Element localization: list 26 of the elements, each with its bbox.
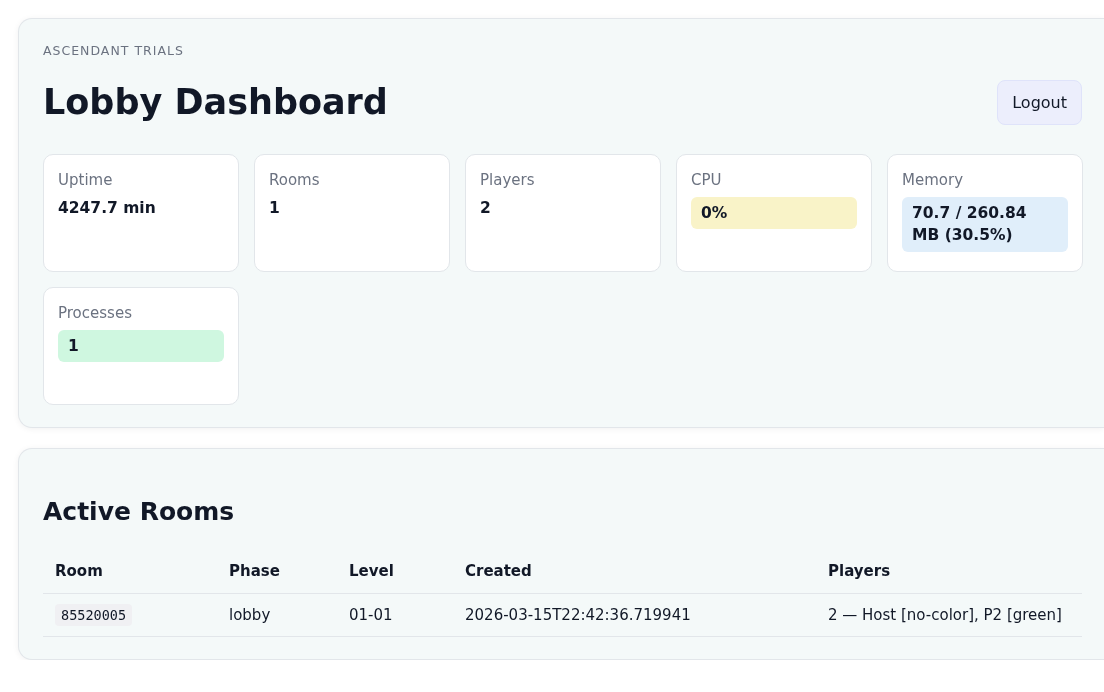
table-cell: 2 — Host [no-color], P2 [green]	[816, 593, 1082, 637]
table-cell: 01-01	[337, 593, 453, 637]
stat-value: 4247.7 min	[58, 198, 157, 219]
stat-label: CPU	[691, 171, 723, 189]
page-title: Lobby Dashboard	[43, 82, 388, 122]
section-title: Active Rooms	[43, 497, 236, 526]
column-header: Level	[337, 550, 453, 594]
column-header: Phase	[217, 550, 337, 594]
stat-label: Rooms	[269, 171, 321, 189]
stat-label: Processes	[58, 304, 133, 322]
table-cell: lobby	[217, 593, 337, 637]
table-cell: 2026-03-15T22:42:36.719941	[453, 593, 816, 637]
stat-label: Players	[480, 171, 536, 189]
stat-value: 1	[58, 330, 224, 363]
app-name: ASCENDANT TRIALS	[43, 43, 185, 58]
room-code: 85520005	[55, 604, 133, 626]
column-header: Players	[816, 550, 1082, 594]
stat-value: 1	[269, 198, 281, 219]
stat-value: 70.7 / 260.84 MB (30.5%)	[902, 197, 1068, 252]
logout-button[interactable]: Logout	[997, 80, 1082, 125]
column-header: Created	[453, 550, 816, 594]
stat-value: 2	[480, 198, 492, 219]
column-header: Room	[43, 550, 217, 594]
stat-label: Memory	[902, 171, 964, 189]
stat-value: 0%	[691, 197, 857, 230]
stat-label: Uptime	[58, 171, 114, 189]
